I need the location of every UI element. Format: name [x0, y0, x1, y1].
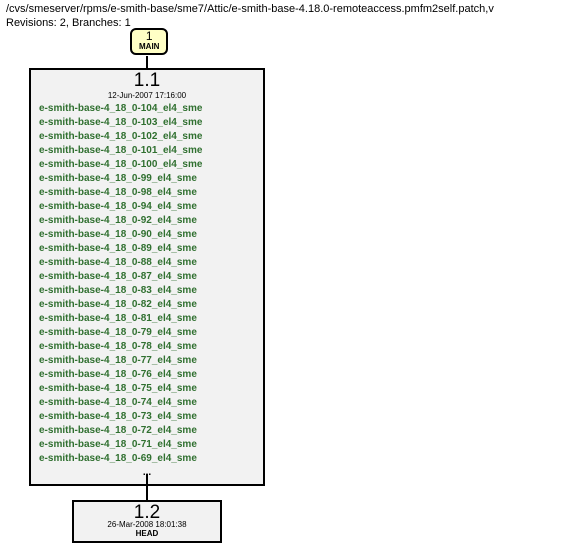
revision-tag: e-smith-base-4_18_0-102_el4_sme: [39, 130, 255, 144]
revision-tag: e-smith-base-4_18_0-103_el4_sme: [39, 116, 255, 130]
revision-tag: e-smith-base-4_18_0-72_el4_sme: [39, 424, 255, 438]
revision-tag: e-smith-base-4_18_0-90_el4_sme: [39, 228, 255, 242]
diagram-canvas: /cvs/smeserver/rpms/e-smith-base/sme7/At…: [0, 0, 584, 543]
branch-name: MAIN: [139, 43, 159, 52]
revision-tag: e-smith-base-4_18_0-79_el4_sme: [39, 326, 255, 340]
revision-tag: e-smith-base-4_18_0-76_el4_sme: [39, 368, 255, 382]
revision-tag: e-smith-base-4_18_0-74_el4_sme: [39, 396, 255, 410]
branch-box: 1 MAIN: [130, 28, 168, 55]
header-revisions: Revisions: 2, Branches: 1: [6, 17, 131, 29]
revision-tag: e-smith-base-4_18_0-100_el4_sme: [39, 158, 255, 172]
connector-bottom: [146, 474, 148, 500]
revision-tag: e-smith-base-4_18_0-81_el4_sme: [39, 312, 255, 326]
header-path: /cvs/smeserver/rpms/e-smith-base/sme7/At…: [6, 3, 494, 15]
revision-tag: e-smith-base-4_18_0-78_el4_sme: [39, 340, 255, 354]
revision-tag: e-smith-base-4_18_0-94_el4_sme: [39, 200, 255, 214]
revision-date: 12-Jun-2007 17:16:00: [31, 91, 263, 100]
revision-tag: e-smith-base-4_18_0-88_el4_sme: [39, 256, 255, 270]
revision-tag: e-smith-base-4_18_0-71_el4_sme: [39, 438, 255, 452]
revision-tag: e-smith-base-4_18_0-89_el4_sme: [39, 242, 255, 256]
revision-tag: e-smith-base-4_18_0-87_el4_sme: [39, 270, 255, 284]
revision-tag: e-smith-base-4_18_0-73_el4_sme: [39, 410, 255, 424]
revision-node-1-2[interactable]: 1.2 26-Mar-2008 18:01:38 HEAD: [72, 500, 222, 543]
revision-tag: e-smith-base-4_18_0-77_el4_sme: [39, 354, 255, 368]
revision-tag-list: e-smith-base-4_18_0-104_el4_smee-smith-b…: [31, 102, 263, 480]
revision-tag: e-smith-base-4_18_0-92_el4_sme: [39, 214, 255, 228]
revision-tag: e-smith-base-4_18_0-75_el4_sme: [39, 382, 255, 396]
branch-node-main[interactable]: 1 MAIN: [130, 28, 162, 55]
revision-tag: e-smith-base-4_18_0-69_el4_sme: [39, 452, 255, 466]
revision-tag: e-smith-base-4_18_0-99_el4_sme: [39, 172, 255, 186]
revision-tag: e-smith-base-4_18_0-82_el4_sme: [39, 298, 255, 312]
revision-tag: e-smith-base-4_18_0-98_el4_sme: [39, 186, 255, 200]
revision-head-label: HEAD: [74, 530, 220, 539]
revision-title: 1.1: [31, 71, 263, 92]
revision-tag: e-smith-base-4_18_0-101_el4_sme: [39, 144, 255, 158]
revision-node-1-1[interactable]: 1.1 12-Jun-2007 17:16:00 e-smith-base-4_…: [29, 68, 265, 486]
revision-tag: e-smith-base-4_18_0-104_el4_sme: [39, 102, 255, 116]
connector-top: [146, 56, 148, 68]
revision-tag: e-smith-base-4_18_0-83_el4_sme: [39, 284, 255, 298]
